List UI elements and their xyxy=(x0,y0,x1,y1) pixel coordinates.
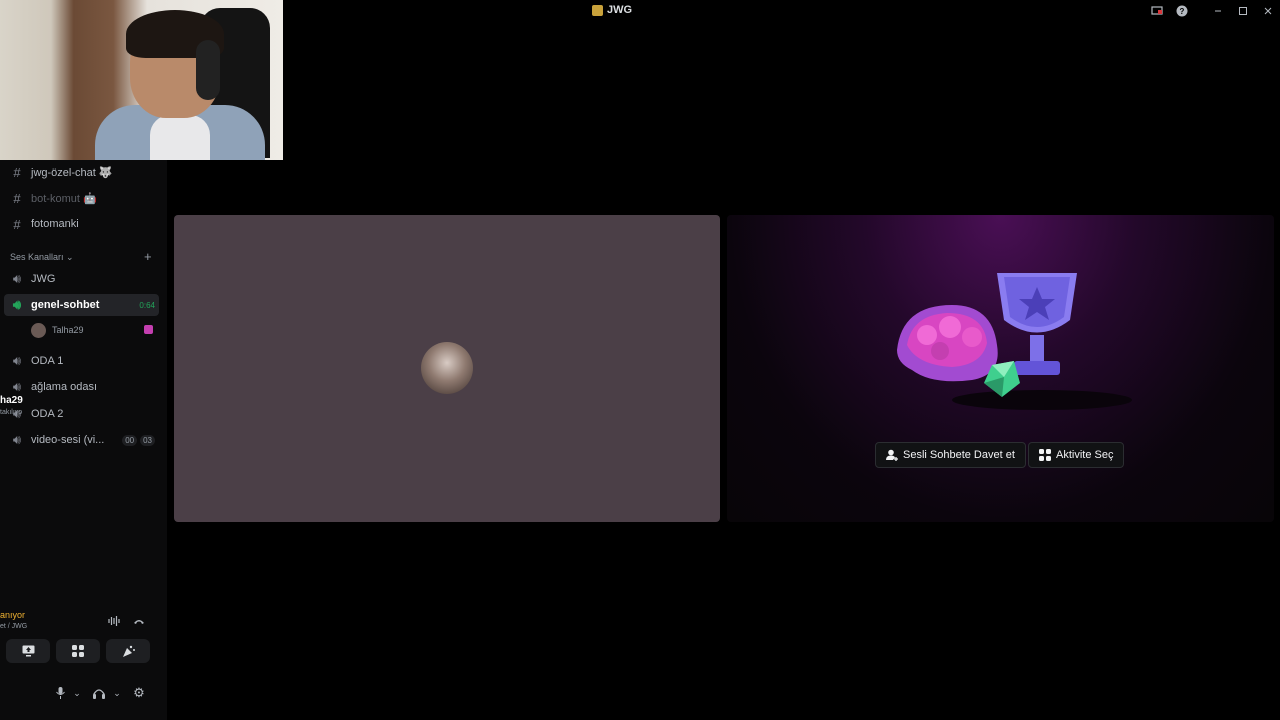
disconnect-icon[interactable] xyxy=(129,611,149,631)
avatar xyxy=(31,322,46,338)
channel-label: JWG xyxy=(31,273,56,285)
channel-label: ağlama odası xyxy=(31,381,98,393)
speaker-icon: 🔊︎ xyxy=(12,432,22,447)
voice-channel-genel-sohbet[interactable]: 🔊︎ genel-sohbet 0:64 xyxy=(4,294,159,316)
channel-label: jwg-özel-chat 🐺 xyxy=(31,166,113,179)
voice-user-name: Talha29 xyxy=(52,325,84,335)
settings-gear-icon[interactable]: ⚙︎ xyxy=(129,683,149,703)
hashtag-icon: # xyxy=(13,190,21,206)
mic-options-chevron-icon[interactable]: ⌄ xyxy=(67,683,87,703)
server-icon xyxy=(592,4,603,16)
window-title: JWG xyxy=(592,4,632,16)
channel-timer: 0:64 xyxy=(139,300,155,310)
hashtag-icon: # xyxy=(13,164,21,180)
activities-icon xyxy=(1039,449,1051,461)
speaker-icon: 🔊︎ xyxy=(12,353,22,368)
activities-button[interactable] xyxy=(56,639,100,663)
invite-to-voice-button[interactable]: Sesli Sohbete Davet et xyxy=(875,442,1026,468)
activity-tile: Sesli Sohbete Davet et Aktivite Seç xyxy=(727,215,1274,522)
add-user-icon xyxy=(886,449,898,461)
maximize-icon[interactable] xyxy=(1236,4,1250,18)
screen-share-button[interactable] xyxy=(6,639,50,663)
speaker-icon: 🔊︎ xyxy=(12,297,22,312)
svg-text:?: ? xyxy=(1180,7,1185,16)
participant-avatar xyxy=(421,342,473,394)
webcam-overlay xyxy=(0,0,283,160)
speaker-icon: 🔊︎ xyxy=(12,271,22,286)
monitor-alert-icon[interactable] xyxy=(1150,4,1164,18)
voice-channel-oda-1[interactable]: 🔊︎ ODA 1 xyxy=(0,350,167,372)
channel-label: fotomanki xyxy=(31,218,79,230)
soundboard-button[interactable] xyxy=(106,639,150,663)
activity-badge-icon xyxy=(144,325,153,334)
voice-channel-jwg[interactable]: 🔊︎ JWG xyxy=(0,268,167,290)
minimize-icon[interactable] xyxy=(1211,4,1225,18)
pill-count: 00 xyxy=(122,434,138,446)
channel-jwg-ozel-chat[interactable]: # jwg-özel-chat 🐺 xyxy=(0,161,167,183)
invite-button-label: Sesli Sohbete Davet et xyxy=(903,449,1015,461)
current-user-name[interactable]: ha29 xyxy=(0,395,23,406)
headset-shape xyxy=(196,40,220,100)
speaker-icon: 🔊︎ xyxy=(12,379,22,394)
voice-channels-header[interactable]: Ses Kanalları ⌄ xyxy=(10,252,74,263)
voice-channel-aglama-odasi[interactable]: 🔊︎ ağlama odası xyxy=(0,376,167,398)
channel-label: ODA 1 xyxy=(31,355,64,367)
choose-activity-button[interactable]: Aktivite Seç xyxy=(1028,442,1125,468)
connection-status: anıyor xyxy=(0,610,26,620)
close-icon[interactable] xyxy=(1261,4,1275,18)
activity-button-label: Aktivite Seç xyxy=(1056,449,1114,461)
window-title-text: JWG xyxy=(607,4,633,16)
headphones-icon[interactable] xyxy=(89,683,109,703)
participant-tile[interactable] xyxy=(174,215,720,522)
current-user-status: takılıyo xyxy=(0,409,23,416)
voice-channel-video-sesi[interactable]: 🔊︎ video-sesi (vi... 00 03 xyxy=(0,429,167,451)
connection-location: et / JWG xyxy=(0,623,28,630)
channel-fotomanki[interactable]: # fotomanki xyxy=(0,213,167,235)
channel-label: bot-komut 🤖 xyxy=(31,192,97,205)
channel-sidebar: # jwg-özel-chat 🐺 # bot-komut 🤖 # fotoma… xyxy=(0,160,167,720)
voice-user-row[interactable]: Talha29 xyxy=(31,320,84,340)
pill-limit: 03 xyxy=(140,434,155,446)
person-shirt xyxy=(150,115,210,160)
activity-illustration xyxy=(897,273,1132,410)
channel-bot-komut[interactable]: # bot-komut 🤖 xyxy=(0,187,167,209)
user-count-pills: 00 03 xyxy=(122,434,155,446)
voice-channel-oda-2[interactable]: 🔊︎ ODA 2 xyxy=(0,403,167,425)
add-channel-button[interactable]: + xyxy=(144,249,152,264)
deafen-options-chevron-icon[interactable]: ⌄ xyxy=(107,683,127,703)
hashtag-icon: # xyxy=(13,216,21,232)
channel-label: video-sesi (vi... xyxy=(31,434,105,446)
channel-label: genel-sohbet xyxy=(31,299,100,311)
noise-suppression-icon[interactable] xyxy=(104,611,124,631)
voice-status-panel: anıyor et / JWG xyxy=(0,607,167,720)
channel-label: ODA 2 xyxy=(31,408,64,420)
help-icon[interactable]: ? xyxy=(1175,4,1189,18)
